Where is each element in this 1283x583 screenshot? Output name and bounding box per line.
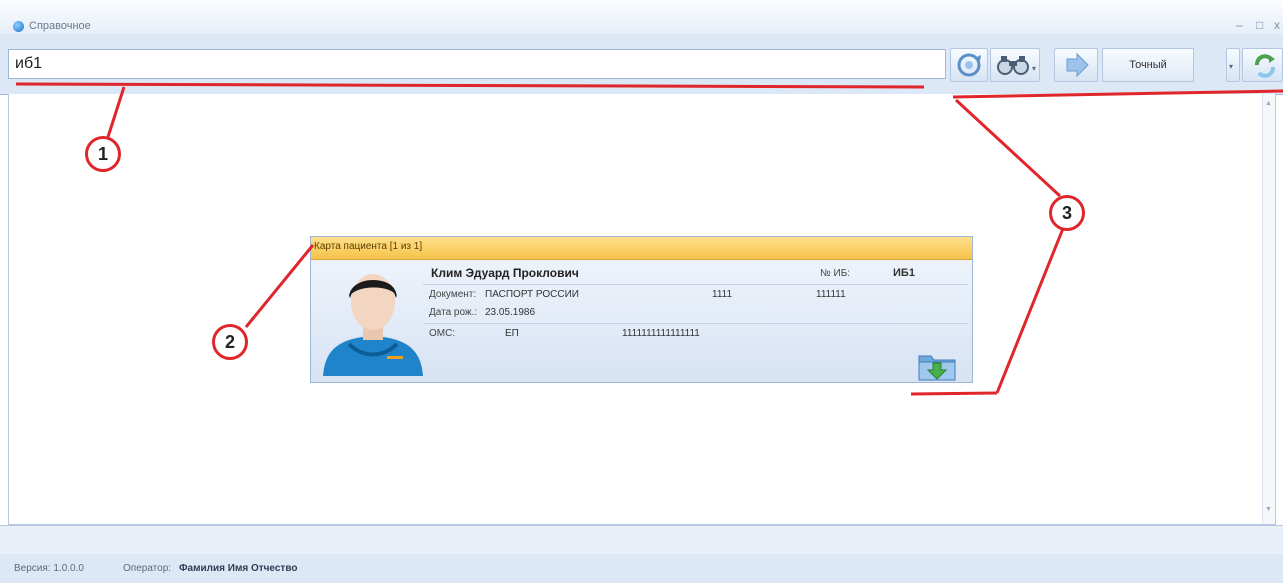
operator-name: Фамилия Имя Отчество (179, 563, 298, 574)
operator-label: Оператор: (123, 563, 172, 574)
version-label: Версия: 1.0.0.0 (14, 563, 84, 574)
annotation-marker-1: 1 (85, 136, 121, 172)
bottom-panel (0, 525, 1283, 555)
status-bar: Версия: 1.0.0.0 Оператор: Фамилия Имя От… (0, 554, 1283, 583)
annotation-marker-2: 2 (212, 324, 248, 360)
annotation-overlay (15, 82, 1283, 396)
annotation-marker-3: 3 (1049, 195, 1085, 231)
